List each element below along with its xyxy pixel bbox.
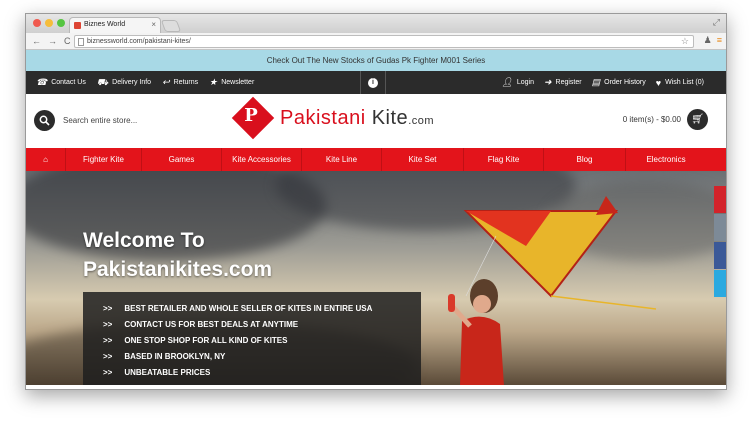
browser-toolbar: ← → C biznessworld.com/pakistani-kites/ … bbox=[26, 33, 726, 50]
menu-item-flag-kite[interactable]: Flag Kite bbox=[464, 148, 544, 171]
info-button[interactable]: i bbox=[360, 71, 386, 94]
menu-item-games[interactable]: Games bbox=[142, 148, 222, 171]
new-tab-button[interactable] bbox=[160, 20, 182, 32]
address-bar[interactable]: biznessworld.com/pakistani-kites/ ☆ bbox=[74, 35, 694, 48]
newsletter-link[interactable]: ★ Newsletter bbox=[209, 77, 254, 89]
reload-button[interactable]: C bbox=[64, 36, 71, 46]
browser-tab[interactable]: Biznes World × bbox=[69, 17, 161, 33]
maximize-window-button[interactable] bbox=[57, 19, 65, 27]
list-item: >> UNBEATABLE PRICES bbox=[103, 368, 211, 377]
back-button[interactable]: ← bbox=[32, 36, 41, 46]
arrow-icon: ➜ bbox=[543, 77, 552, 87]
menu-item-blog[interactable]: Blog bbox=[544, 148, 626, 171]
cart-total: 0 item(s) - $0.00 bbox=[622, 115, 681, 124]
announcement-bar[interactable]: Check Out The New Stocks of Gudas Pk Fig… bbox=[26, 50, 726, 71]
share-button-red[interactable] bbox=[714, 186, 726, 213]
logo-diamond-icon: P bbox=[231, 96, 275, 140]
forward-button[interactable]: → bbox=[48, 36, 57, 46]
site-header: Search entire store... P Pakistani Kite.… bbox=[26, 94, 726, 148]
browser-window: Biznes World × ⤢ ← → C biznessworld.com/… bbox=[25, 13, 727, 390]
contact-us-link[interactable]: ☎ Contact Us bbox=[36, 77, 86, 89]
list-item: >> CONTACT US FOR BEST DEALS AT ANYTIME bbox=[103, 320, 299, 329]
star-icon: ★ bbox=[209, 77, 218, 87]
tab-close-icon[interactable]: × bbox=[151, 20, 156, 29]
girl-flying-kite-image bbox=[448, 279, 504, 385]
window-controls bbox=[33, 19, 65, 27]
menu-item-kite-accessories[interactable]: Kite Accessories bbox=[222, 148, 302, 171]
delivery-info-link[interactable]: ⛟ Delivery Info bbox=[97, 77, 151, 89]
search-icon bbox=[39, 115, 50, 126]
truck-icon: ⛟ bbox=[96, 76, 109, 87]
document-icon: ▤ bbox=[591, 77, 601, 87]
favicon-icon bbox=[74, 22, 81, 29]
site-logo[interactable]: P Pakistani Kite.com bbox=[231, 96, 435, 140]
home-icon[interactable]: ⌂ bbox=[26, 148, 66, 171]
info-icon: i bbox=[368, 77, 378, 88]
menu-item-fighter-kite[interactable]: Fighter Kite bbox=[66, 148, 142, 171]
list-item: >> BASED IN BROOKLYN, NY bbox=[103, 352, 226, 361]
phone-icon: ☎ bbox=[36, 77, 48, 87]
fullscreen-icon[interactable]: ⤢ bbox=[713, 17, 720, 28]
close-window-button[interactable] bbox=[33, 19, 41, 27]
search-button[interactable] bbox=[34, 110, 55, 131]
hero-title: Welcome To Pakistanikites.com bbox=[83, 229, 273, 281]
bookmark-star-icon[interactable]: ☆ bbox=[681, 36, 689, 47]
menu-item-electronics[interactable]: Electronics bbox=[626, 148, 706, 171]
heart-icon: ♥ bbox=[655, 77, 662, 88]
social-share-bar bbox=[714, 186, 726, 298]
menu-item-kite-set[interactable]: Kite Set bbox=[382, 148, 464, 171]
list-item: >> BEST RETAILER AND WHOLE SELLER OF KITE… bbox=[103, 304, 373, 313]
share-button-grey[interactable] bbox=[714, 214, 726, 241]
cart-summary[interactable]: 0 item(s) - $0.00 🛒︎ bbox=[623, 109, 708, 130]
order-history-link[interactable]: ▤ Order History bbox=[592, 77, 646, 88]
top-links-bar: ☎ Contact Us ⛟ Delivery Info ↩ Returns ★ New… bbox=[26, 71, 726, 94]
search-box[interactable]: Search entire store... bbox=[34, 110, 137, 131]
url-text: biznessworld.com/pakistani-kites/ bbox=[87, 38, 191, 45]
feature-list: >> BEST RETAILER AND WHOLE SELLER OF KITE… bbox=[83, 292, 421, 385]
returns-link[interactable]: ↩ Returns bbox=[162, 77, 198, 89]
list-item: >> ONE STOP SHOP FOR ALL KIND OF KITES bbox=[103, 336, 288, 345]
user-icon: 👤︎ bbox=[501, 77, 513, 87]
page-icon bbox=[78, 38, 84, 46]
return-arrow-icon: ↩ bbox=[162, 77, 170, 87]
search-input[interactable]: Search entire store... bbox=[63, 116, 137, 125]
tab-bar: Biznes World × ⤢ bbox=[26, 14, 726, 33]
menu-item-kite-line[interactable]: Kite Line bbox=[302, 148, 382, 171]
hero-banner: Welcome To Pakistanikites.com >> BEST RET… bbox=[26, 171, 726, 385]
menu-icon[interactable]: ≡ bbox=[717, 35, 722, 46]
wish-list-link[interactable]: ♥ Wish List (0) bbox=[656, 78, 704, 88]
tab-title: Biznes World bbox=[84, 21, 126, 28]
extension-icon[interactable]: ♟ bbox=[704, 35, 712, 46]
logo-text: Pakistani Kite.com bbox=[280, 106, 435, 129]
cart-icon[interactable]: 🛒︎ bbox=[687, 109, 708, 130]
minimize-window-button[interactable] bbox=[45, 19, 53, 27]
login-link[interactable]: 👤︎ Login bbox=[501, 77, 534, 88]
register-link[interactable]: ➜ Register bbox=[544, 77, 582, 88]
facebook-icon[interactable] bbox=[714, 242, 726, 269]
twitter-icon[interactable] bbox=[714, 270, 726, 297]
main-menu: ⌂ Fighter Kite Games Kite Accessories Ki… bbox=[26, 148, 726, 171]
